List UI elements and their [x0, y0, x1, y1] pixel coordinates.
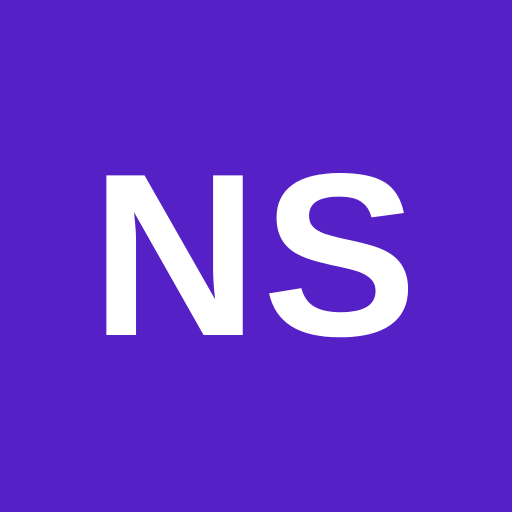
avatar: NS — [0, 0, 512, 512]
avatar-initials: NS — [90, 126, 422, 385]
